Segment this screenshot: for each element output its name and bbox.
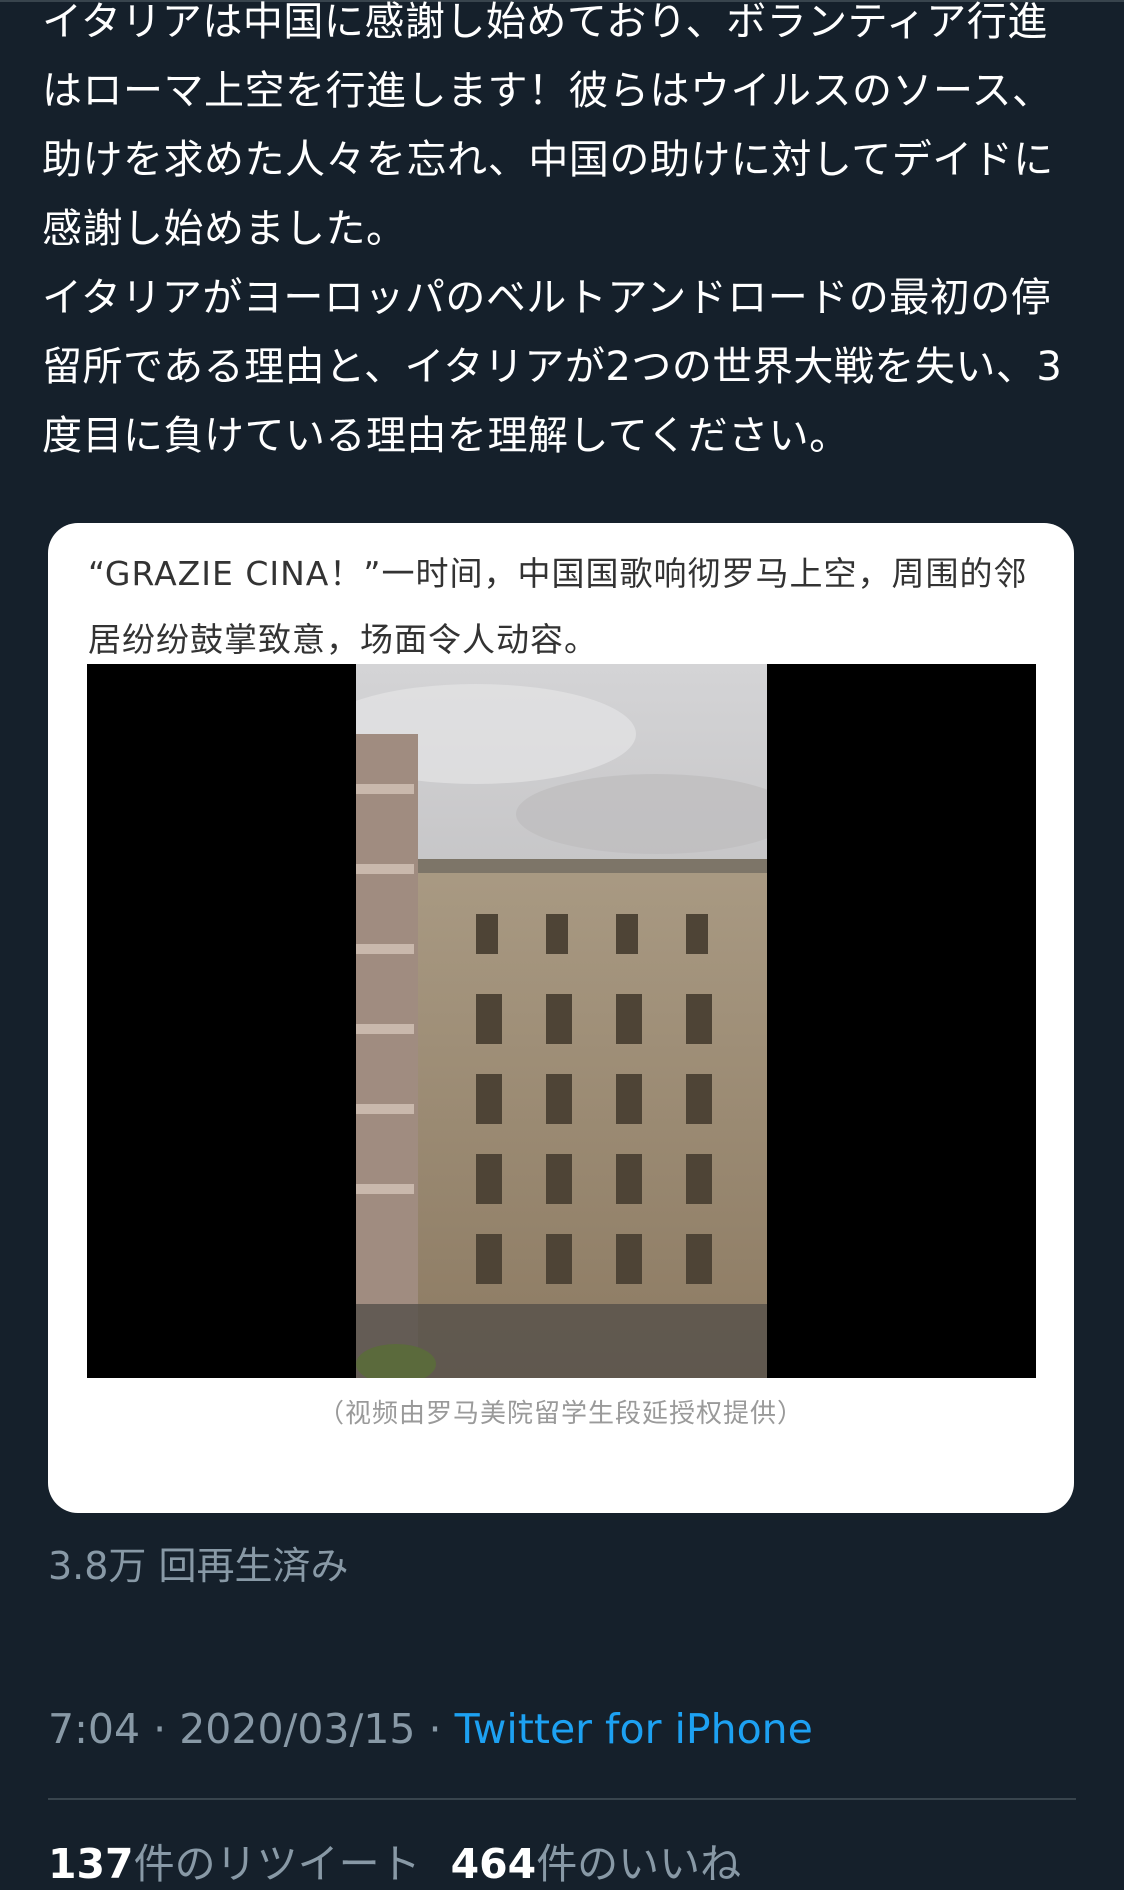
tweet-paragraph: イタリアがヨーロッパのベルトアンドロードの最初の停留所である理由と、イタリアが2… [42,275,1063,459]
tweet-source-link[interactable]: Twitter for iPhone [455,1705,813,1753]
media-card[interactable]: “GRAZIE CINA！”一时间，中国国歌响彻罗马上空，周围的邻居纷纷鼓掌致意… [48,523,1074,1513]
retweets-count: 137 [48,1840,134,1888]
tweet-time: 7:04 [48,1705,141,1753]
likes-label: 件のいいね [536,1840,742,1888]
likes-stat[interactable]: 464件のいいね [451,1840,742,1888]
media-caption: “GRAZIE CINA！”一时间，中国国歌响彻罗马上空，周围的邻居纷纷鼓掌致意… [88,554,1028,659]
stats-divider [48,1798,1076,1800]
view-count: 3.8万 回再生済み [48,1544,349,1588]
retweets-label: 件のリツイート [133,1840,421,1888]
tweet-text: イタリアは中国に感謝し始めており、ボランティア行進はローマ上空を行進します！彼ら… [42,0,1072,471]
tweet-date: 2020/03/15 [179,1705,416,1753]
video-credit: （视频由罗马美院留学生段延授权提供） [317,1399,804,1429]
video-thumbnail [356,664,767,1378]
retweets-stat[interactable]: 137件のリツイート [48,1840,421,1888]
tweet-meta: 7:04 · 2020/03/15 · Twitter for iPhone [48,1705,813,1753]
tweet-stats: 137件のリツイート 464件のいいね [48,1830,741,1890]
tweet-paragraph: イタリアは中国に感謝し始めており、ボランティア行進はローマ上空を行進します！彼ら… [42,0,1054,252]
video-player[interactable] [87,664,1036,1378]
likes-count: 464 [450,1840,537,1888]
building-image [356,664,767,1378]
meta-separator: · [140,1705,180,1753]
meta-separator: · [415,1705,455,1753]
